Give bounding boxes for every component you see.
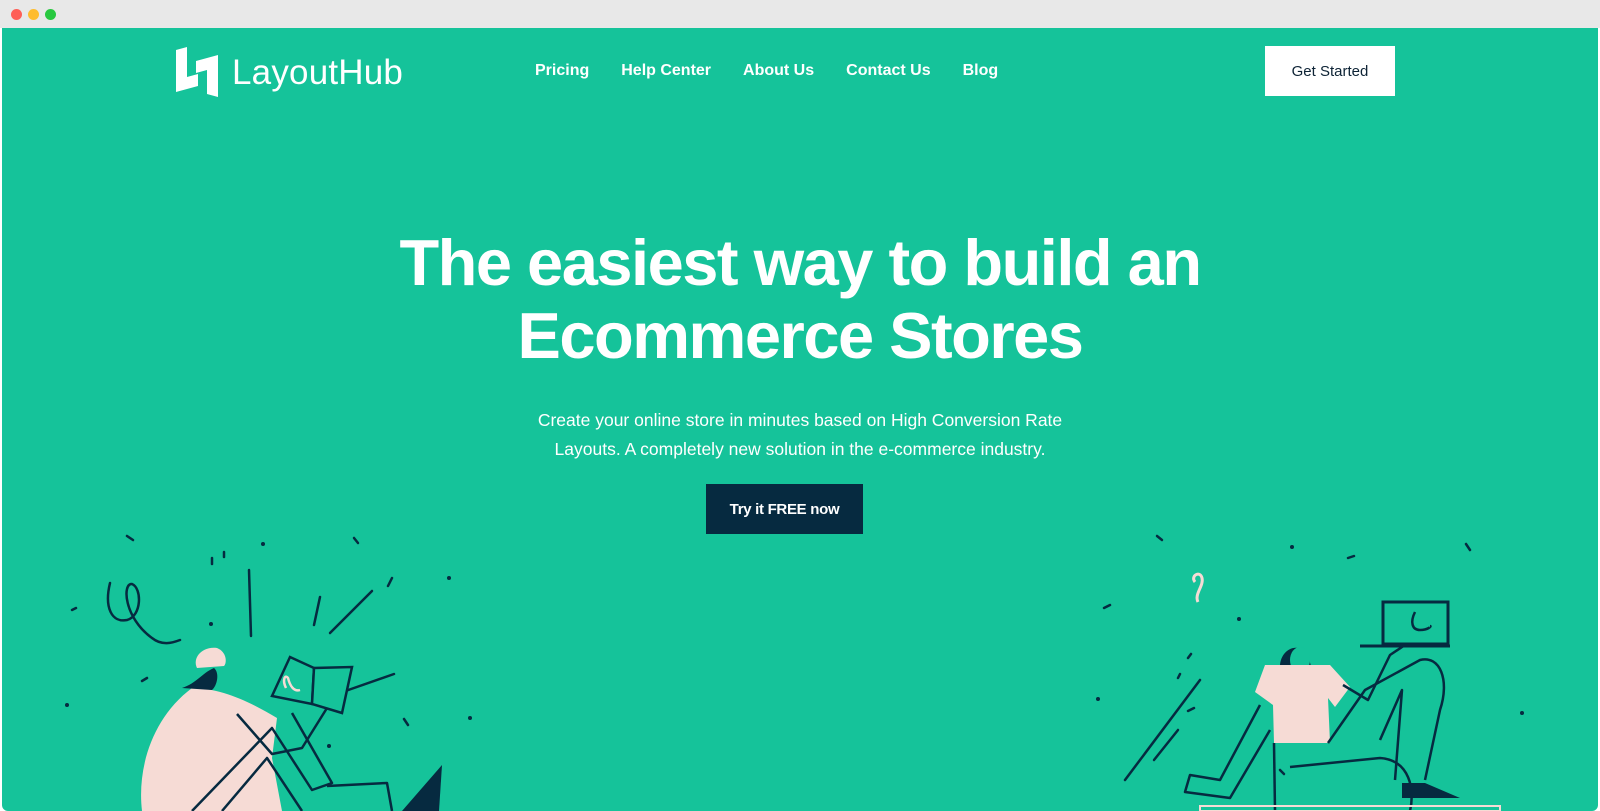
sparkle-line (1278, 768, 1286, 776)
hair (182, 668, 218, 690)
leg (1289, 756, 1413, 811)
hero-subtitle-line-1: Create your online store in minutes base… (537, 410, 1063, 430)
maximize-window-button[interactable] (45, 9, 56, 20)
brand-logo-link[interactable]: LayoutHub (174, 47, 403, 97)
sparkle-line (1176, 672, 1182, 680)
hero-subtitle: Create your online store in minutes base… (2, 406, 1598, 464)
try-free-button[interactable]: Try it FREE now (706, 484, 863, 534)
sparkle-line (328, 589, 374, 635)
book-right-page (310, 665, 354, 715)
sparkle-line (70, 606, 78, 612)
sparkle-line (125, 534, 135, 542)
hero-title-line-1: The easiest way to build an (399, 226, 1202, 299)
sparkle-dot (1290, 545, 1294, 549)
person-body (141, 688, 282, 811)
book-left-page (270, 655, 316, 706)
nav-pricing[interactable]: Pricing (535, 62, 589, 80)
minimize-window-button[interactable] (28, 9, 39, 20)
nav-help-center[interactable]: Help Center (621, 62, 711, 80)
arm (1183, 704, 1272, 800)
sparkle-line (1464, 542, 1472, 552)
get-started-button[interactable]: Get Started (1265, 46, 1395, 96)
main-nav: Pricing Help Center About Us Contact Us … (535, 62, 1030, 80)
sparkle-dot (209, 622, 213, 626)
shoe (402, 765, 442, 811)
nav-about-us[interactable]: About Us (743, 62, 814, 80)
leg (1378, 688, 1404, 781)
sparkle-line (1186, 652, 1193, 660)
sparkle-line (312, 595, 322, 627)
landing-page: LayoutHub Pricing Help Center About Us C… (2, 28, 1598, 811)
hero-subtitle-line-2: Layouts. A completely new solution in th… (554, 439, 1046, 459)
sparkle-line (1123, 678, 1202, 782)
sparkle-dot (447, 576, 451, 580)
sparkle-dot (1096, 697, 1100, 701)
sparkle-line (352, 536, 360, 545)
brand-name: LayoutHub (232, 52, 404, 92)
sparkle-line (386, 576, 394, 588)
sparkle-line (402, 717, 410, 727)
sparkle-dot (1237, 617, 1241, 621)
sparkle-line (1102, 603, 1112, 610)
laptop-squiggle (1411, 611, 1432, 632)
leg (1272, 742, 1277, 811)
sparkle-dot (1520, 711, 1524, 715)
sparkle-dot (327, 744, 331, 748)
laptop-screen (1381, 600, 1450, 646)
nav-contact-us[interactable]: Contact Us (846, 62, 930, 80)
sparkle-dot (261, 542, 265, 546)
person-holding-laptop-illustration (1096, 534, 1524, 811)
sparkle-line (247, 568, 253, 638)
leg (326, 781, 394, 811)
person-reading-book-illustration (65, 534, 472, 811)
sparkle-dot (468, 716, 472, 720)
hero-title-line-2: Ecommerce Stores (517, 299, 1084, 372)
sparkle-line (1186, 706, 1196, 713)
sparkle-dot (65, 703, 69, 707)
beanie (195, 647, 226, 668)
shoe (1402, 783, 1460, 798)
browser-window-titlebar (0, 0, 1600, 28)
squiggle (106, 581, 182, 645)
layouthub-logo-icon (174, 47, 220, 97)
bench (1199, 805, 1501, 811)
nav-blog[interactable]: Blog (963, 62, 999, 80)
sparkle-squiggle (1192, 572, 1204, 603)
close-window-button[interactable] (11, 9, 22, 20)
hero-title: The easiest way to build an Ecommerce St… (2, 226, 1598, 372)
sparkle-line (1346, 554, 1356, 560)
sparkle-line (1155, 534, 1164, 542)
sparkle-line (140, 676, 149, 683)
